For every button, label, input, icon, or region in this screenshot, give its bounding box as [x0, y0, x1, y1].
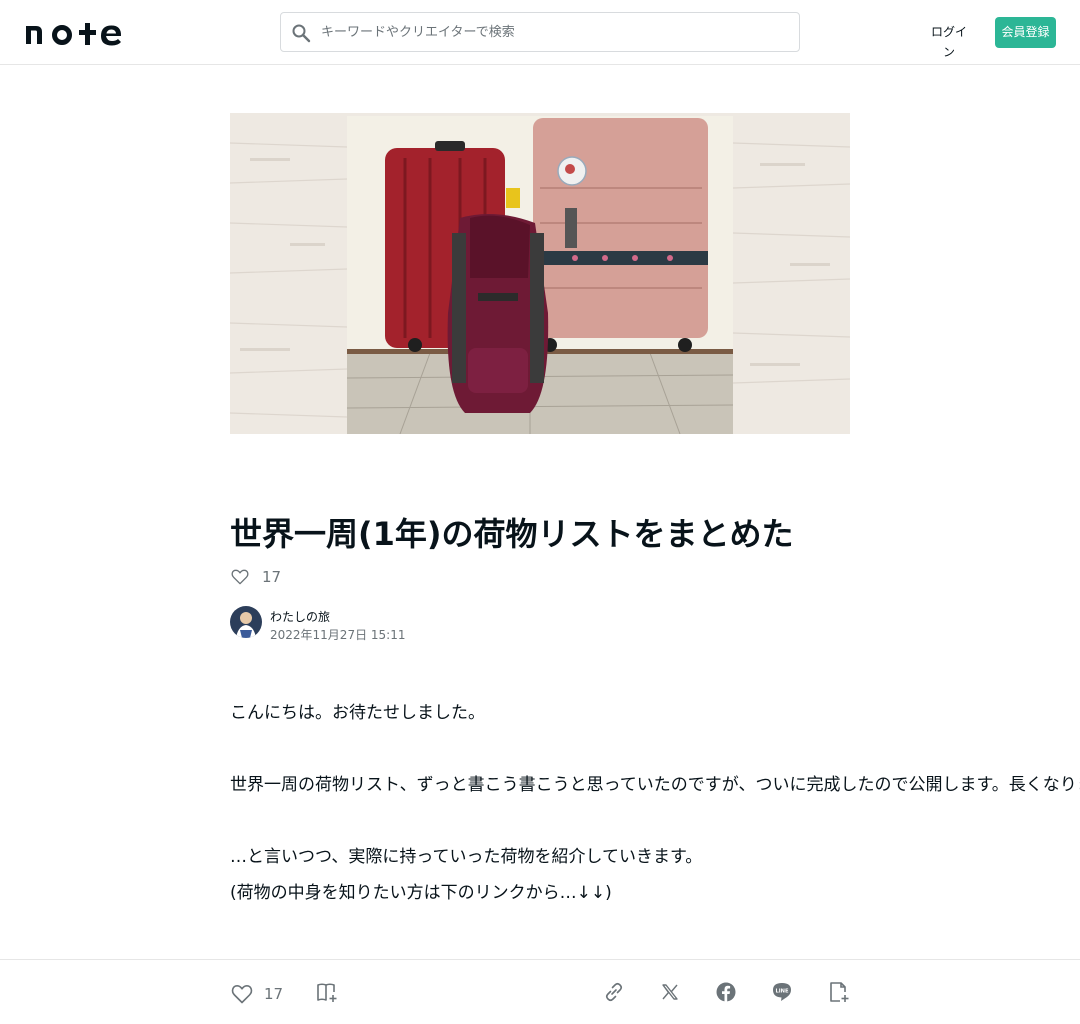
article-title: 世界一周(1年)の荷物リストをまとめた	[230, 515, 794, 553]
x-icon[interactable]	[658, 980, 682, 1004]
like-count: 17	[264, 985, 284, 1003]
paragraph: 世界一周の荷物リスト、ずっと書こう書こうと思っていたのですが、ついに完成したので…	[230, 775, 1080, 795]
heart-icon[interactable]	[230, 982, 254, 1006]
paragraph: こんにちは。お待たせしました。	[230, 703, 485, 723]
line-icon[interactable]: LINE	[770, 980, 794, 1004]
author-avatar[interactable]	[230, 606, 262, 638]
hero-image	[230, 113, 850, 434]
search-icon	[291, 23, 311, 43]
note-logo[interactable]	[24, 20, 124, 46]
publish-date: 2022年11月27日 15:11	[270, 628, 406, 642]
like-summary[interactable]: 17	[230, 566, 281, 588]
action-bar: 17 LINE	[0, 959, 1080, 1024]
paragraph: …と言いつつ、実際に持っていった荷物を紹介していきます。	[230, 847, 703, 867]
paragraph: (荷物の中身を知りたい方は下のリンクから…↓↓)	[230, 883, 612, 903]
signup-button[interactable]: 会員登録	[995, 17, 1056, 48]
embed-icon[interactable]	[827, 980, 851, 1004]
heart-icon[interactable]	[230, 567, 250, 587]
search-input[interactable]	[321, 13, 791, 51]
site-header: ログイン 会員登録	[0, 0, 1080, 65]
author-name[interactable]: わたしの旅	[270, 608, 330, 625]
svg-text:LINE: LINE	[775, 989, 789, 995]
login-link[interactable]: ログイン	[930, 22, 968, 59]
magazine-add-icon[interactable]	[315, 980, 339, 1004]
facebook-icon[interactable]	[714, 980, 738, 1004]
like-button[interactable]: 17	[230, 982, 283, 1006]
link-icon[interactable]	[602, 980, 626, 1004]
like-count: 17	[262, 568, 282, 586]
search-box[interactable]	[280, 12, 800, 52]
